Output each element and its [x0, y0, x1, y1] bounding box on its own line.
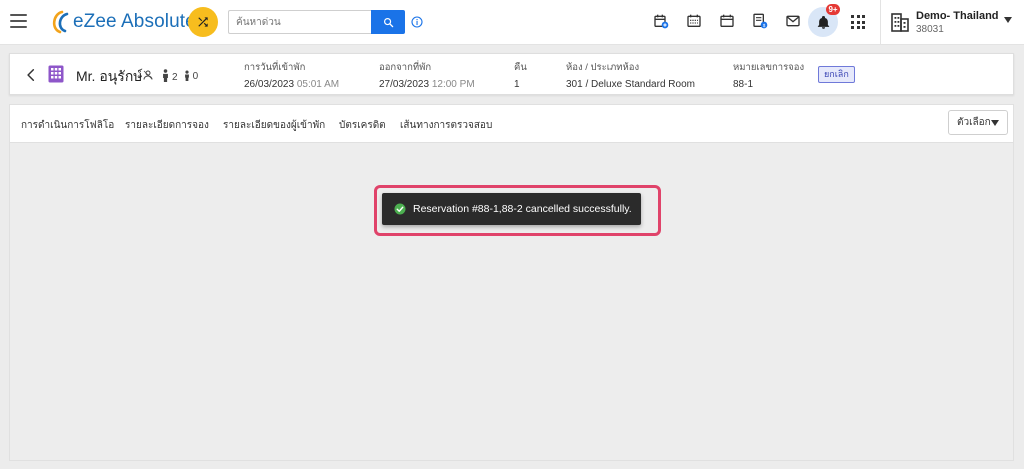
reservation-header: Mr. อนุรักษ์ 2 0 การวันที่เข้าพัก 26/03/… — [9, 53, 1014, 95]
adult-icon — [163, 68, 168, 82]
arrival-info: การวันที่เข้าพัก 26/03/2023 05:01 AM — [244, 60, 339, 90]
reservation-number-value: 88-1 — [733, 79, 754, 90]
menu-icon[interactable] — [10, 14, 27, 28]
envelope-icon — [786, 15, 800, 27]
tab-guest-details[interactable]: รายละเอียดของผู้เข้าพัก — [223, 118, 325, 133]
document-dollar-icon: $ — [753, 13, 768, 29]
room-info: ห้อง / ประเภทห้อง 301 / Deluxe Standard … — [566, 60, 695, 90]
quick-search-input[interactable] — [228, 10, 371, 34]
calendar-add-icon[interactable] — [651, 11, 671, 31]
ezee-logo-icon — [52, 10, 69, 34]
top-bar: eZee Absolute ค้นหาด่วน $ 9+ Demo- Thail… — [0, 0, 1024, 45]
options-label: ตัวเลือก — [957, 117, 991, 128]
shuffle-icon — [198, 17, 208, 27]
toast-message: Reservation #88-1,88-2 cancelled success… — [413, 203, 632, 215]
folio-building-icon — [48, 65, 64, 83]
chevron-down-icon — [991, 120, 999, 126]
building-icon — [891, 13, 909, 32]
mail-icon[interactable] — [783, 11, 803, 31]
divider — [880, 0, 881, 45]
departure-date: 27/03/2023 — [379, 79, 430, 90]
property-code: 38031 — [916, 24, 944, 35]
calendar-outline-icon — [720, 14, 734, 27]
departure-info: ออกจากที่พัก 27/03/2023 12:00 PM — [379, 60, 475, 90]
options-dropdown[interactable]: ตัวเลือก — [948, 110, 1008, 135]
info-icon[interactable] — [411, 16, 423, 28]
departure-label: ออกจากที่พัก — [379, 62, 432, 73]
property-name[interactable]: Demo- Thailand — [916, 10, 999, 22]
success-toast: Reservation #88-1,88-2 cancelled success… — [382, 193, 641, 225]
tab-folio-operations[interactable]: การดำเนินการโฟลิโอ — [21, 118, 114, 133]
child-icon — [184, 69, 189, 81]
arrival-time: 05:01 AM — [296, 79, 340, 90]
room-label: ห้อง / ประเภทห้อง — [566, 62, 640, 73]
tab-booking-details[interactable]: รายละเอียดการจอง — [125, 118, 209, 133]
guest-profile-icon[interactable] — [142, 69, 154, 81]
check-circle-icon — [394, 203, 406, 215]
notification-count-badge: 9+ — [826, 4, 840, 15]
tab-audit-trail[interactable]: เส้นทางการตรวจสอบ — [400, 118, 492, 133]
room-value: 301 / Deluxe Standard Room — [566, 79, 695, 90]
folio-panel: การดำเนินการโฟลิโอ รายละเอียดการจอง รายล… — [9, 104, 1014, 461]
guest-occupancy: 2 0 — [142, 67, 198, 83]
reservation-number-label: หมายเลขการจอง — [733, 62, 805, 73]
app-logo-text: eZee Absolute — [73, 11, 196, 32]
reservation-number-info: หมายเลขการจอง 88-1 — [733, 60, 804, 90]
app-logo[interactable]: eZee Absolute — [48, 9, 196, 35]
nights-value: 1 — [514, 79, 520, 90]
calendar-plus-icon — [654, 14, 669, 29]
nights-label: คืน — [514, 62, 527, 73]
status-badge: ยกเลิก — [818, 66, 855, 83]
tab-credit-card[interactable]: บัตรเครดิต — [339, 118, 386, 133]
guest-name[interactable]: Mr. อนุรักษ์ — [76, 66, 143, 88]
bell-icon — [817, 15, 829, 29]
apps-grid-icon[interactable] — [851, 15, 865, 29]
search-icon — [383, 17, 393, 27]
svg-text:$: $ — [763, 23, 766, 28]
nights-info: คืน 1 — [514, 60, 527, 90]
back-arrow-icon[interactable] — [24, 68, 38, 82]
calendar-check-icon[interactable] — [684, 11, 704, 31]
report-icon[interactable]: $ — [750, 11, 770, 31]
tab-bar: การดำเนินการโฟลิโอ รายละเอียดการจอง รายล… — [10, 105, 1013, 143]
shuffle-button[interactable] — [188, 7, 218, 37]
arrival-date: 26/03/2023 — [244, 79, 295, 90]
arrival-label: การวันที่เข้าพัก — [244, 62, 306, 73]
child-count: 0 — [192, 71, 199, 82]
calendar-grid-icon — [687, 14, 701, 27]
departure-time: 12:00 PM — [431, 79, 475, 90]
search-button[interactable] — [371, 10, 405, 34]
adult-count: 2 — [172, 72, 178, 83]
chevron-down-icon[interactable] — [1004, 17, 1012, 23]
calendar-icon[interactable] — [717, 11, 737, 31]
